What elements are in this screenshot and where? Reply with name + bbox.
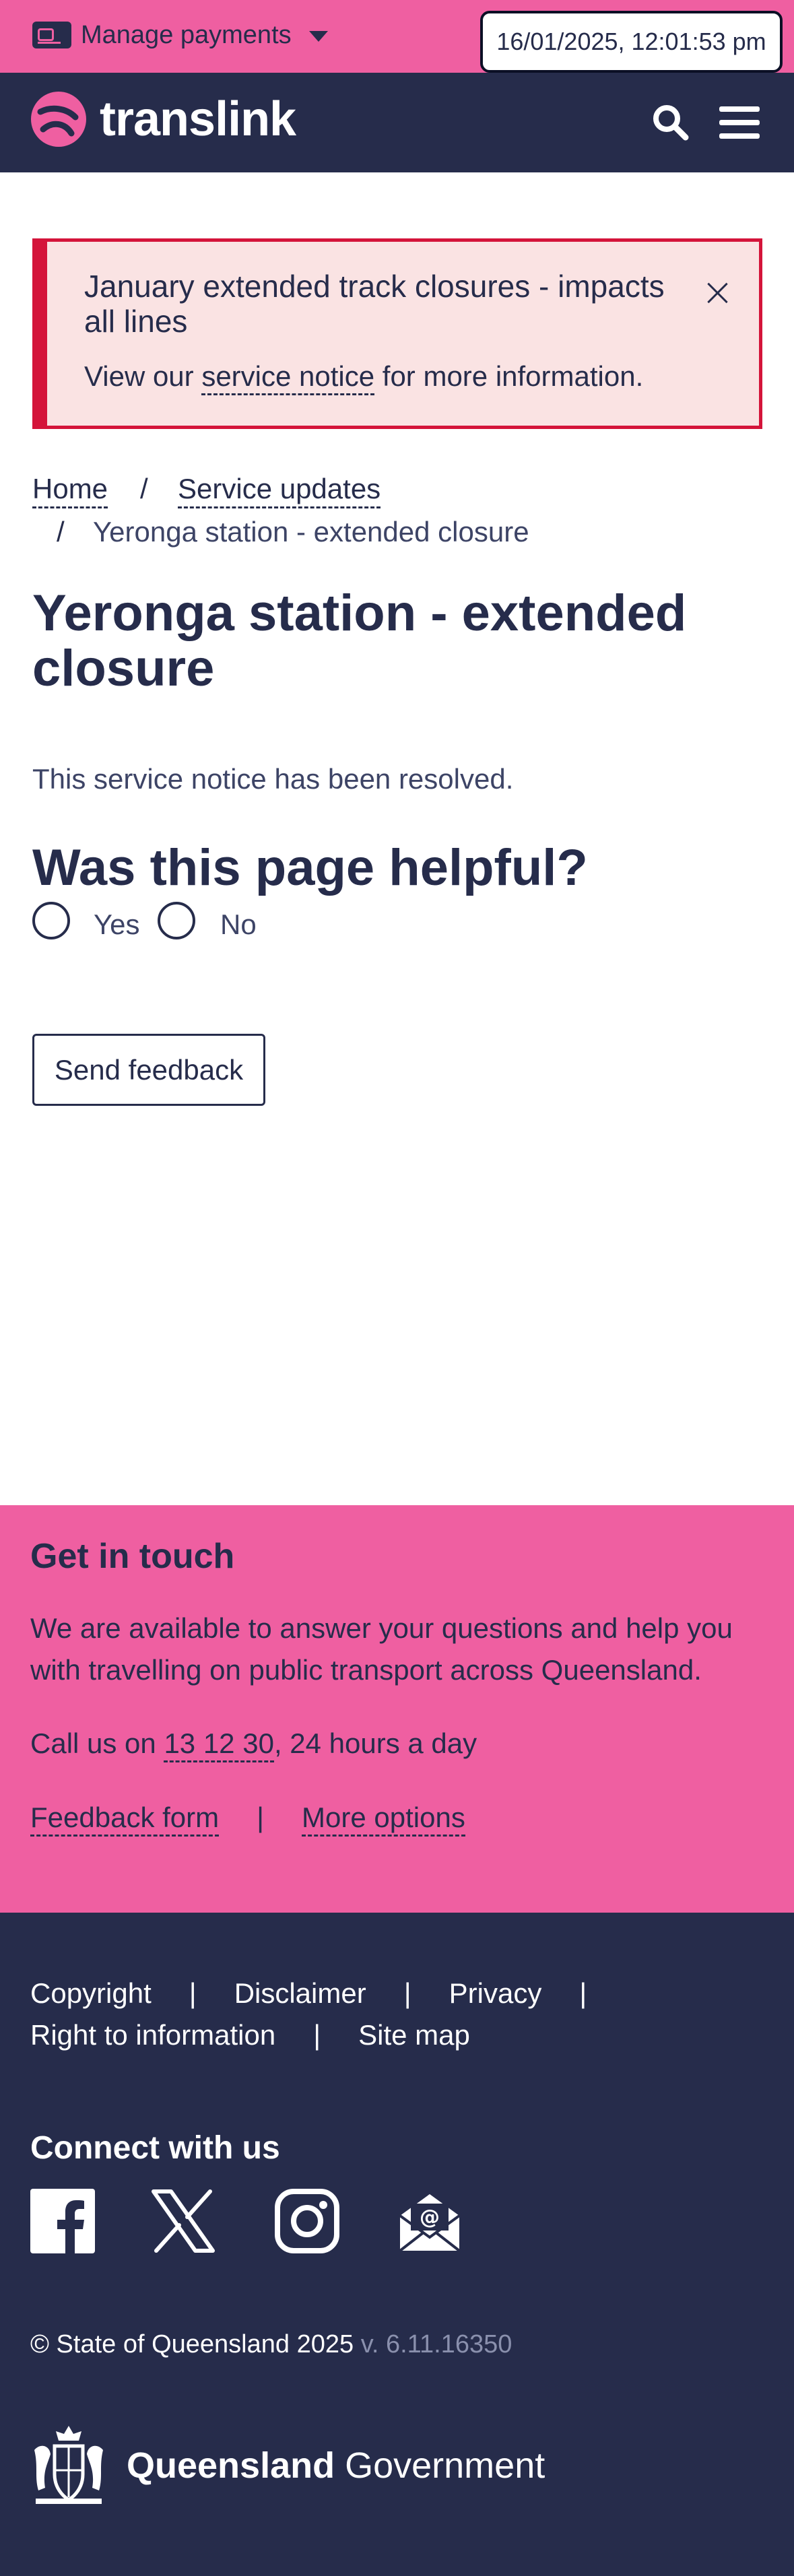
translink-logo-icon[interactable]: [31, 92, 86, 147]
copyright-label: © State of Queensland 2025: [30, 2330, 354, 2358]
send-feedback-button[interactable]: Send feedback: [32, 1034, 265, 1106]
facebook-icon[interactable]: [30, 2189, 95, 2253]
manage-payments-label: Manage payments: [81, 20, 292, 49]
copyright-link[interactable]: Copyright: [30, 1977, 152, 2009]
resolved-notice: This service notice has been resolved.: [32, 763, 514, 795]
x-twitter-icon[interactable]: [151, 2189, 216, 2253]
site-footer: Copyright | Disclaimer | Privacy | Right to i…: [0, 1913, 794, 2576]
breadcrumb-home[interactable]: Home: [32, 473, 108, 508]
connect-title: Connect with us: [30, 2130, 280, 2166]
footer-separator: |: [189, 1977, 197, 2009]
yes-radio[interactable]: [32, 902, 70, 939]
right-to-information-link[interactable]: Right to information: [30, 2019, 275, 2051]
service-notice-link[interactable]: service notice: [201, 360, 375, 395]
phone-link[interactable]: 13 12 30: [164, 1727, 274, 1762]
copyright-text: © State of Queensland 2025 v. 6.11.16350: [30, 2330, 512, 2359]
footer-separator: |: [313, 2019, 321, 2051]
breadcrumb-service-updates[interactable]: Service updates: [178, 473, 381, 508]
instagram-icon[interactable]: [275, 2189, 339, 2253]
search-icon[interactable]: [651, 102, 691, 143]
manage-payments-dropdown[interactable]: Manage payments: [32, 18, 328, 53]
no-radio[interactable]: [158, 902, 195, 939]
no-label: No: [220, 909, 257, 940]
breadcrumb-separator: /: [57, 516, 65, 548]
call-suffix: , 24 hours a day: [273, 1727, 477, 1759]
alert-body-suffix: for more information.: [374, 360, 644, 392]
privacy-link[interactable]: Privacy: [449, 1977, 542, 2009]
breadcrumb-current: Yeronga station - extended closure: [93, 516, 529, 548]
email-icon[interactable]: @: [397, 2189, 462, 2253]
breadcrumb-separator: /: [140, 473, 148, 504]
footer-separator: |: [579, 1977, 587, 2009]
footer-links-row-2: Right to information | Site map: [30, 2019, 470, 2051]
alert-title: January extended track closures - impact…: [84, 269, 665, 339]
queensland-government-logo[interactable]: Queensland Government: [127, 2445, 545, 2486]
datetime-display: 16/01/2025, 12:01:53 pm: [480, 11, 783, 73]
translink-logo-text[interactable]: translink: [100, 92, 296, 147]
footer-separator: |: [403, 1977, 411, 2009]
contact-links: Feedback form | More options: [30, 1802, 465, 1837]
call-prefix: Call us on: [30, 1727, 164, 1759]
more-options-link[interactable]: More options: [302, 1802, 465, 1837]
svg-text:@: @: [420, 2206, 440, 2229]
footer-links-row-1: Copyright | Disclaimer | Privacy |: [30, 1977, 624, 2010]
top-bar: Manage payments 16/01/2025, 12:01:53 pm: [0, 0, 794, 73]
disclaimer-link[interactable]: Disclaimer: [234, 1977, 366, 2009]
alert-body: View our service notice for more informa…: [84, 360, 644, 395]
payment-card-icon: [32, 22, 71, 48]
caret-down-icon: [308, 31, 328, 42]
get-in-touch-section: Get in touch We are available to answer …: [0, 1505, 794, 1913]
site-map-link[interactable]: Site map: [358, 2019, 470, 2051]
gov-bold-text: Queensland: [127, 2445, 335, 2486]
service-alert: January extended track closures - impact…: [32, 238, 762, 429]
queensland-crest-icon: [34, 2426, 103, 2504]
alert-body-prefix: View our: [84, 360, 202, 392]
feedback-form-link[interactable]: Feedback form: [30, 1802, 220, 1837]
close-icon[interactable]: [704, 279, 731, 306]
helpful-question: Was this page helpful?: [32, 839, 588, 896]
version-label: v. 6.11.16350: [360, 2330, 512, 2358]
gov-regular-text: Government: [345, 2445, 545, 2486]
page-title: Yeronga station - extended closure: [32, 585, 687, 697]
link-separator: |: [257, 1802, 265, 1833]
call-us-line: Call us on 13 12 30, 24 hours a day: [30, 1727, 477, 1762]
yes-label: Yes: [94, 909, 140, 940]
get-in-touch-text: We are available to answer your question…: [30, 1612, 733, 1686]
site-header: translink: [0, 73, 794, 172]
menu-icon[interactable]: [718, 102, 761, 143]
get-in-touch-title: Get in touch: [30, 1537, 235, 1576]
